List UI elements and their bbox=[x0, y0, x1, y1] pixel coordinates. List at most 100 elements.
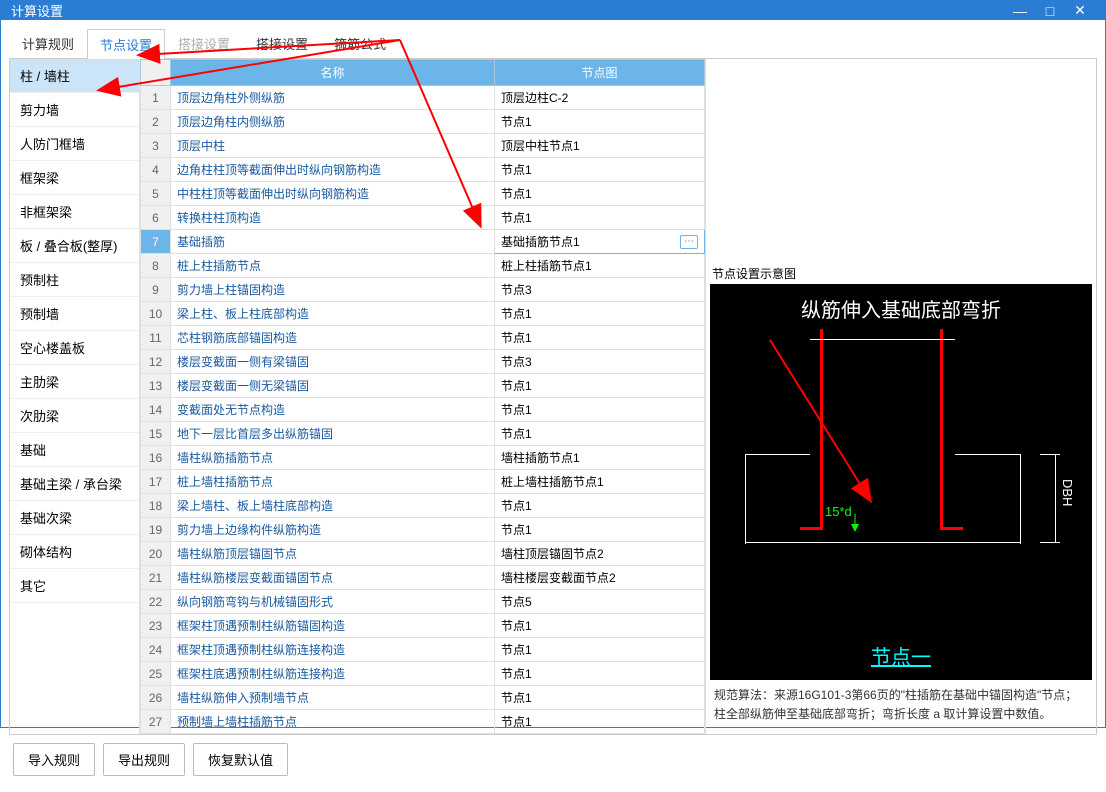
table-row[interactable]: 8桩上柱插筋节点桩上柱插筋节点1 bbox=[141, 254, 705, 278]
node-cell[interactable]: 节点1 bbox=[495, 518, 705, 542]
table-row[interactable]: 24框架柱顶遇预制柱纵筋连接构造节点1 bbox=[141, 638, 705, 662]
table-row[interactable]: 18梁上墙柱、板上墙柱底部构造节点1 bbox=[141, 494, 705, 518]
tab-lap-settings[interactable]: 搭接设置 bbox=[165, 28, 243, 58]
node-cell[interactable]: 节点1 bbox=[495, 686, 705, 710]
name-cell[interactable]: 剪力墙上柱锚固构造 bbox=[171, 278, 495, 302]
name-cell[interactable]: 墙柱纵筋插筋节点 bbox=[171, 446, 495, 470]
table-row[interactable]: 16墙柱纵筋插筋节点墙柱插筋节点1 bbox=[141, 446, 705, 470]
table-row[interactable]: 27预制墙上墙柱插筋节点节点1 bbox=[141, 710, 705, 734]
node-cell[interactable]: 节点1 bbox=[495, 206, 705, 230]
sidebar-item[interactable]: 基础次梁 bbox=[10, 501, 139, 535]
tab-lap-settings-2[interactable]: 搭接设置 bbox=[243, 28, 321, 58]
table-row[interactable]: 3顶层中柱顶层中柱节点1 bbox=[141, 134, 705, 158]
sidebar-item[interactable]: 基础 bbox=[10, 433, 139, 467]
table-row[interactable]: 9剪力墙上柱锚固构造节点3 bbox=[141, 278, 705, 302]
name-cell[interactable]: 变截面处无节点构造 bbox=[171, 398, 495, 422]
name-cell[interactable]: 顶层边角柱内侧纵筋 bbox=[171, 110, 495, 134]
name-cell[interactable]: 墙柱纵筋顶层锚固节点 bbox=[171, 542, 495, 566]
name-cell[interactable]: 框架柱底遇预制柱纵筋连接构造 bbox=[171, 662, 495, 686]
close-button[interactable]: ✕ bbox=[1065, 2, 1095, 19]
node-cell[interactable]: 节点1 bbox=[495, 158, 705, 182]
name-cell[interactable]: 转换柱柱顶构造 bbox=[171, 206, 495, 230]
name-cell[interactable]: 楼层变截面一侧无梁锚固 bbox=[171, 374, 495, 398]
node-cell[interactable]: 桩上墙柱插筋节点1 bbox=[495, 470, 705, 494]
name-cell[interactable]: 框架柱顶遇预制柱纵筋锚固构造 bbox=[171, 614, 495, 638]
table-row[interactable]: 12楼层变截面一侧有梁锚固节点3 bbox=[141, 350, 705, 374]
table-row[interactable]: 2顶层边角柱内侧纵筋节点1 bbox=[141, 110, 705, 134]
name-cell[interactable]: 预制墙上墙柱插筋节点 bbox=[171, 710, 495, 734]
sidebar-item[interactable]: 非框架梁 bbox=[10, 195, 139, 229]
table-row[interactable]: 6转换柱柱顶构造节点1 bbox=[141, 206, 705, 230]
sidebar-item[interactable]: 预制柱 bbox=[10, 263, 139, 297]
sidebar-item[interactable]: 剪力墙 bbox=[10, 93, 139, 127]
name-cell[interactable]: 地下一层比首层多出纵筋锚固 bbox=[171, 422, 495, 446]
node-cell[interactable]: 顶层边柱C-2 bbox=[495, 86, 705, 110]
sidebar-item[interactable]: 砌体结构 bbox=[10, 535, 139, 569]
name-cell[interactable]: 边角柱柱顶等截面伸出时纵向钢筋构造 bbox=[171, 158, 495, 182]
sidebar-item[interactable]: 框架梁 bbox=[10, 161, 139, 195]
name-cell[interactable]: 墙柱纵筋楼层变截面锚固节点 bbox=[171, 566, 495, 590]
name-cell[interactable]: 框架柱顶遇预制柱纵筋连接构造 bbox=[171, 638, 495, 662]
tab-stirrup-formula[interactable]: 箍筋公式 bbox=[321, 28, 399, 58]
table-row[interactable]: 25框架柱底遇预制柱纵筋连接构造节点1 bbox=[141, 662, 705, 686]
name-cell[interactable]: 桩上墙柱插筋节点 bbox=[171, 470, 495, 494]
name-cell[interactable]: 顶层中柱 bbox=[171, 134, 495, 158]
node-cell[interactable]: 节点1 bbox=[495, 614, 705, 638]
tab-calc-rules[interactable]: 计算规则 bbox=[9, 28, 87, 58]
node-cell[interactable]: 墙柱插筋节点1 bbox=[495, 446, 705, 470]
tab-node-settings[interactable]: 节点设置 bbox=[87, 29, 165, 59]
export-button[interactable]: 导出规则 bbox=[103, 743, 185, 776]
node-cell[interactable]: 墙柱楼层变截面节点2 bbox=[495, 566, 705, 590]
node-cell[interactable]: 基础插筋节点1⋯ bbox=[495, 230, 705, 254]
table-row[interactable]: 13楼层变截面一侧无梁锚固节点1 bbox=[141, 374, 705, 398]
name-cell[interactable]: 中柱柱顶等截面伸出时纵向钢筋构造 bbox=[171, 182, 495, 206]
name-cell[interactable]: 剪力墙上边缘构件纵筋构造 bbox=[171, 518, 495, 542]
node-cell[interactable]: 节点1 bbox=[495, 374, 705, 398]
node-cell[interactable]: 节点1 bbox=[495, 710, 705, 734]
name-cell[interactable]: 芯柱钢筋底部锚固构造 bbox=[171, 326, 495, 350]
node-cell[interactable]: 节点3 bbox=[495, 278, 705, 302]
node-cell[interactable]: 桩上柱插筋节点1 bbox=[495, 254, 705, 278]
table-row[interactable]: 5中柱柱顶等截面伸出时纵向钢筋构造节点1 bbox=[141, 182, 705, 206]
node-cell[interactable]: 节点1 bbox=[495, 182, 705, 206]
node-cell[interactable]: 节点1 bbox=[495, 662, 705, 686]
name-cell[interactable]: 梁上墙柱、板上墙柱底部构造 bbox=[171, 494, 495, 518]
maximize-button[interactable]: □ bbox=[1035, 3, 1065, 19]
name-cell[interactable]: 基础插筋 bbox=[171, 230, 495, 254]
sidebar-item[interactable]: 基础主梁 / 承台梁 bbox=[10, 467, 139, 501]
table-row[interactable]: 10梁上柱、板上柱底部构造节点1 bbox=[141, 302, 705, 326]
name-cell[interactable]: 纵向钢筋弯钩与机械锚固形式 bbox=[171, 590, 495, 614]
node-cell[interactable]: 节点5 bbox=[495, 590, 705, 614]
sidebar-item[interactable]: 板 / 叠合板(整厚) bbox=[10, 229, 139, 263]
sidebar-item[interactable]: 次肋梁 bbox=[10, 399, 139, 433]
node-cell[interactable]: 节点1 bbox=[495, 638, 705, 662]
table-row[interactable]: 7基础插筋基础插筋节点1⋯ bbox=[141, 230, 705, 254]
more-button[interactable]: ⋯ bbox=[680, 235, 698, 249]
sidebar-item[interactable]: 其它 bbox=[10, 569, 139, 603]
table-row[interactable]: 17桩上墙柱插筋节点桩上墙柱插筋节点1 bbox=[141, 470, 705, 494]
name-cell[interactable]: 墙柱纵筋伸入预制墙节点 bbox=[171, 686, 495, 710]
table-row[interactable]: 1顶层边角柱外侧纵筋顶层边柱C-2 bbox=[141, 86, 705, 110]
sidebar-item[interactable]: 主肋梁 bbox=[10, 365, 139, 399]
table-row[interactable]: 23框架柱顶遇预制柱纵筋锚固构造节点1 bbox=[141, 614, 705, 638]
table-row[interactable]: 22纵向钢筋弯钩与机械锚固形式节点5 bbox=[141, 590, 705, 614]
table-row[interactable]: 11芯柱钢筋底部锚固构造节点1 bbox=[141, 326, 705, 350]
minimize-button[interactable]: — bbox=[1005, 3, 1035, 19]
node-cell[interactable]: 顶层中柱节点1 bbox=[495, 134, 705, 158]
sidebar-item[interactable]: 预制墙 bbox=[10, 297, 139, 331]
node-cell[interactable]: 节点1 bbox=[495, 302, 705, 326]
node-cell[interactable]: 墙柱顶层锚固节点2 bbox=[495, 542, 705, 566]
sidebar-item[interactable]: 人防门框墙 bbox=[10, 127, 139, 161]
table-row[interactable]: 4边角柱柱顶等截面伸出时纵向钢筋构造节点1 bbox=[141, 158, 705, 182]
node-cell[interactable]: 节点1 bbox=[495, 494, 705, 518]
import-button[interactable]: 导入规则 bbox=[13, 743, 95, 776]
name-cell[interactable]: 顶层边角柱外侧纵筋 bbox=[171, 86, 495, 110]
table-row[interactable]: 14变截面处无节点构造节点1 bbox=[141, 398, 705, 422]
node-cell[interactable]: 节点1 bbox=[495, 422, 705, 446]
table-row[interactable]: 21墙柱纵筋楼层变截面锚固节点墙柱楼层变截面节点2 bbox=[141, 566, 705, 590]
node-cell[interactable]: 节点3 bbox=[495, 350, 705, 374]
name-cell[interactable]: 梁上柱、板上柱底部构造 bbox=[171, 302, 495, 326]
node-cell[interactable]: 节点1 bbox=[495, 398, 705, 422]
restore-button[interactable]: 恢复默认值 bbox=[193, 743, 288, 776]
node-cell[interactable]: 节点1 bbox=[495, 110, 705, 134]
